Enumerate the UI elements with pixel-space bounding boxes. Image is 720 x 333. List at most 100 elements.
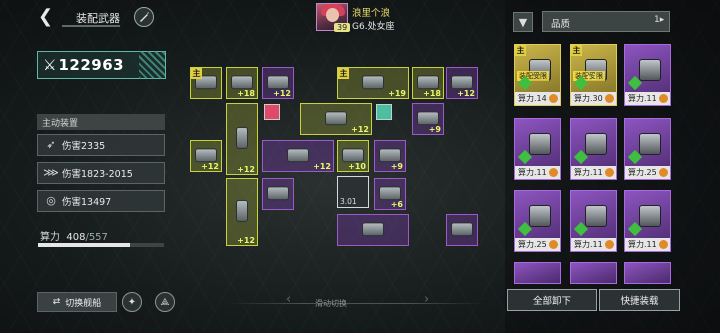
inventory-card[interactable]: 算力.11 xyxy=(624,44,671,106)
grid-tile[interactable]: +9 xyxy=(374,140,406,172)
funnel-icon[interactable]: ▼ xyxy=(513,12,533,32)
brush-icon[interactable] xyxy=(134,7,154,27)
grid-tile[interactable] xyxy=(446,214,478,246)
tile-bonus: +12 xyxy=(351,125,369,134)
card-power: 算力.14 xyxy=(515,92,560,105)
info-dot-icon[interactable] xyxy=(549,240,558,249)
inventory-card-partial[interactable] xyxy=(570,262,617,284)
weapon-icon xyxy=(451,222,473,237)
tile-bonus: +12 xyxy=(201,162,219,171)
weapon-icon xyxy=(379,148,401,163)
grid-tile[interactable]: +10 xyxy=(337,140,369,172)
inventory-card[interactable]: 算力.11 xyxy=(514,118,561,180)
grid-tile[interactable]: +12 xyxy=(262,140,334,172)
title-underline xyxy=(62,25,120,27)
inventory-card[interactable]: 主装配受限 +3 算力.30 xyxy=(570,44,617,106)
grid-tile[interactable]: +12 xyxy=(226,103,258,175)
inventory-card-partial[interactable] xyxy=(514,262,561,284)
slide-left-icon[interactable]: ‹ xyxy=(286,292,291,307)
stat-row-3[interactable]: ◎ 伤害13497 xyxy=(37,190,165,212)
tile-bonus: +12 xyxy=(237,165,255,174)
ship-icon: ✦ xyxy=(127,296,137,308)
weapon-icon xyxy=(325,111,347,126)
switch-ship-button[interactable]: ⇄ 切换舰船 xyxy=(37,292,117,312)
grid-tile[interactable]: +12 xyxy=(226,178,258,246)
info-dot-icon[interactable] xyxy=(659,168,668,177)
grid-tile[interactable] xyxy=(262,178,294,210)
grid-tile[interactable]: +18 xyxy=(412,67,444,99)
card-count: +3 xyxy=(585,73,597,82)
brush-icon-graphic xyxy=(140,12,149,22)
weapon-icon xyxy=(267,186,289,201)
inventory-card[interactable]: 算力.11 xyxy=(624,190,671,252)
capacity-label: 算力 408/557 xyxy=(40,228,108,243)
weapon-icon xyxy=(585,133,607,155)
grid-tile[interactable]: 主 +19 xyxy=(337,67,409,99)
player-name: 浪里个浪 xyxy=(352,8,391,19)
stat-row-2[interactable]: ⋙ 伤害1823-2015 xyxy=(37,162,165,184)
fleet-button[interactable]: ⟁ xyxy=(155,292,175,312)
rocket-pod-icon: ⋙ xyxy=(43,166,59,179)
switch-ship-label: 切换舰船 xyxy=(65,298,102,309)
power-value: 122963 xyxy=(58,56,125,74)
module-chip-icon[interactable] xyxy=(376,104,392,120)
card-power: 算力.25 xyxy=(515,238,560,251)
capacity-bar-fill xyxy=(38,243,131,247)
back-icon[interactable]: ❮ xyxy=(38,8,54,26)
weapon-icon xyxy=(267,75,289,90)
capacity-current: 408 xyxy=(66,232,86,243)
target-icon: ◎ xyxy=(46,194,56,207)
unload-all-button[interactable]: 全部卸下 xyxy=(507,289,597,311)
card-power: 算力.11 xyxy=(625,92,670,105)
grid-tile[interactable]: +12 xyxy=(262,67,294,99)
main-weapon-tag: 主 xyxy=(191,68,202,79)
ship-type-button[interactable]: ✦ xyxy=(122,292,142,312)
sort-icon[interactable]: 1▸ xyxy=(654,15,664,25)
grid-tile[interactable] xyxy=(337,214,409,246)
tile-bonus: +12 xyxy=(457,89,475,98)
inventory-card[interactable]: 算力.11 xyxy=(570,118,617,180)
player-level-badge: 39 xyxy=(334,23,351,32)
tile-bonus: +12 xyxy=(273,89,291,98)
slide-right-icon[interactable]: › xyxy=(424,292,429,307)
weapon-icon xyxy=(362,222,384,237)
grid-tile[interactable]: +6 xyxy=(374,178,406,210)
weapon-icon xyxy=(379,186,401,201)
weapon-icon xyxy=(639,133,661,155)
inventory-card[interactable]: 主装配受限 算力.14 xyxy=(514,44,561,106)
grid-tile[interactable]: +12 xyxy=(300,103,372,135)
inventory-card[interactable]: 算力.11 xyxy=(570,190,617,252)
stat-label-3: 伤害13497 xyxy=(62,197,112,208)
info-dot-icon[interactable] xyxy=(659,240,668,249)
info-dot-icon[interactable] xyxy=(605,168,614,177)
grid-tile[interactable]: 主 xyxy=(190,67,222,99)
crossed-swords-icon: ⚔ xyxy=(43,56,57,74)
tile-bonus: +10 xyxy=(348,162,366,171)
grid-tile[interactable]: +12 xyxy=(446,67,478,99)
main-weapon-tag: 主 xyxy=(515,45,526,56)
weapon-icon xyxy=(639,205,661,227)
grid-tile[interactable]: +18 xyxy=(226,67,258,99)
module-chip-icon[interactable] xyxy=(264,104,280,120)
grid-tile[interactable]: +12 xyxy=(190,140,222,172)
inventory-card-partial[interactable] xyxy=(624,262,671,284)
weapon-icon xyxy=(417,75,439,90)
stat-row-1[interactable]: ➶ 伤害2335 xyxy=(37,134,165,156)
info-dot-icon[interactable] xyxy=(605,94,614,103)
quick-equip-button[interactable]: 快捷装载 xyxy=(599,289,680,311)
inventory-card[interactable]: 算力.25 xyxy=(514,190,561,252)
quality-dropdown[interactable]: 品质 xyxy=(542,11,670,32)
slot-value: 3.01 xyxy=(340,197,357,206)
power-stripes-decoration xyxy=(139,51,165,79)
info-dot-icon[interactable] xyxy=(605,240,614,249)
capacity-title: 算力 xyxy=(40,232,60,243)
slide-divider xyxy=(226,303,486,304)
info-dot-icon[interactable] xyxy=(659,94,668,103)
inventory-card[interactable]: 算力.25 xyxy=(624,118,671,180)
card-power: 算力.11 xyxy=(515,166,560,179)
info-dot-icon[interactable] xyxy=(549,168,558,177)
selected-slot[interactable]: 3.01 xyxy=(337,176,369,208)
info-dot-icon[interactable] xyxy=(549,94,558,103)
grid-tile[interactable]: +9 xyxy=(412,103,444,135)
card-power: 算力.11 xyxy=(625,238,670,251)
